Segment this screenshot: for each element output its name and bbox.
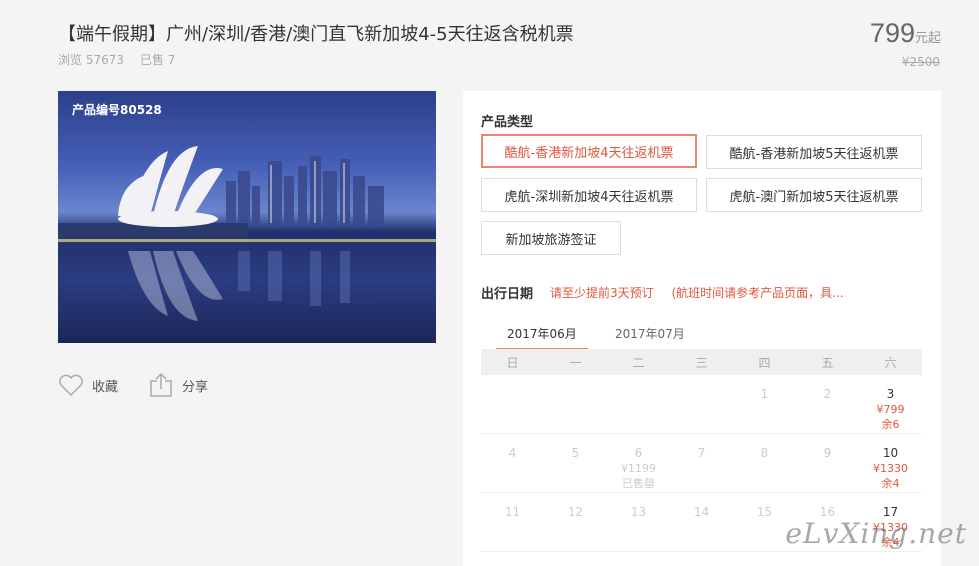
calendar-day: 2: [796, 375, 859, 433]
tab-month-july[interactable]: 2017年07月: [615, 325, 685, 342]
calendar-day: 11: [481, 493, 544, 551]
option-scoot-hk-4d[interactable]: 酷航-香港新加坡4天往返机票: [481, 134, 697, 168]
option-sg-visa[interactable]: 新加坡旅游签证: [481, 221, 621, 255]
day-number: 1: [760, 387, 769, 401]
option-tiger-mo-5d[interactable]: 虎航-澳门新加坡5天往返机票: [706, 178, 922, 212]
product-code: 产品编号80528: [72, 103, 162, 117]
booking-notice: 请至少提前3天预订 (航班时间请参考产品页面，具...: [550, 284, 858, 301]
day-number: 8: [760, 446, 769, 460]
calendar-weekdays: 日 一 二 三 四 五 六: [481, 349, 922, 375]
product-title: 【端午假期】广州/深圳/香港/澳门直飞新加坡4-5天往返含税机票: [58, 24, 574, 45]
calendar-day: [481, 375, 544, 433]
remaining-seats: 余6: [881, 418, 900, 431]
option-scoot-hk-5d[interactable]: 酷航-香港新加坡5天往返机票: [706, 135, 922, 169]
heart-icon: [59, 374, 83, 397]
day-number: 3: [886, 387, 895, 401]
favorite-label: 收藏: [92, 379, 119, 395]
calendar-day: 9: [796, 434, 859, 492]
calendar-day: [607, 375, 670, 433]
price-value: 799: [869, 18, 915, 48]
calendar-day: 5: [544, 434, 607, 492]
calendar-day: [670, 375, 733, 433]
day-number: 13: [630, 505, 647, 519]
day-number: 7: [697, 446, 706, 460]
watermark: eLvXing.net: [785, 517, 967, 550]
flight-notice: (航班时间请参考产品页面，具...: [671, 286, 844, 300]
day-number: 9: [823, 446, 832, 460]
calendar-day: 6 ¥1199 已售罄: [607, 434, 670, 492]
action-bar: 收藏 分享: [58, 372, 238, 398]
price-unit: 元起: [914, 31, 941, 46]
day-number: 10: [882, 446, 899, 460]
favorite-button[interactable]: 收藏: [58, 373, 118, 397]
share-label: 分享: [182, 379, 209, 395]
singapore-skyline-image: [58, 146, 436, 321]
travel-date-label: 出行日期: [481, 287, 534, 302]
weekday: 二: [632, 355, 645, 370]
remaining-seats: 余4: [881, 477, 900, 490]
advance-notice: 请至少提前3天预订: [550, 286, 654, 300]
calendar-day: 14: [670, 493, 733, 551]
day-number: 2: [823, 387, 832, 401]
sold-count: 已售 7: [139, 53, 176, 67]
weekday: 四: [758, 355, 771, 370]
day-number: 12: [567, 505, 584, 519]
original-price: ¥2500: [901, 55, 940, 69]
share-button[interactable]: 分享: [148, 372, 208, 398]
share-icon: [150, 372, 172, 397]
calendar-day[interactable]: 3 ¥799 余6: [859, 375, 922, 433]
day-number: 14: [693, 505, 710, 519]
calendar-day[interactable]: 10 ¥1330 余4: [859, 434, 922, 492]
calendar-day: 8: [733, 434, 796, 492]
calendar-day: 4: [481, 434, 544, 492]
weekday: 一: [569, 355, 582, 370]
calendar-day: 1: [733, 375, 796, 433]
price-block: 799元起: [870, 18, 941, 49]
day-number: 6: [634, 446, 643, 460]
calendar-day: [544, 375, 607, 433]
sold-out-status: 已售罄: [622, 477, 655, 490]
day-price: ¥1199: [621, 462, 656, 475]
weekday: 三: [695, 355, 708, 370]
weekday: 五: [821, 355, 834, 370]
day-number: 5: [571, 446, 580, 460]
product-meta: 浏览 57673 已售 7: [58, 51, 187, 68]
weekday: 日: [506, 355, 519, 370]
tab-month-june[interactable]: 2017年06月: [496, 325, 588, 351]
product-image: 产品编号80528: [58, 91, 436, 343]
day-number: 11: [504, 505, 521, 519]
day-price: ¥799: [876, 403, 905, 416]
product-type-label: 产品类型: [481, 115, 534, 130]
day-number: 4: [508, 446, 517, 460]
weekday: 六: [884, 355, 897, 370]
calendar-day: 7: [670, 434, 733, 492]
calendar-week-row: 1 2 3 ¥799 余6: [481, 375, 922, 434]
calendar-day: 13: [607, 493, 670, 551]
day-price: ¥1330: [873, 462, 908, 475]
option-tiger-sz-4d[interactable]: 虎航-深圳新加坡4天往返机票: [481, 178, 697, 212]
calendar-day: 12: [544, 493, 607, 551]
calendar-week-row: 4 5 6 ¥1199 已售罄 7 8 9 10 ¥1330 余4: [481, 434, 922, 493]
booking-panel: 产品类型 酷航-香港新加坡4天往返机票 酷航-香港新加坡5天往返机票 虎航-深圳…: [463, 91, 941, 566]
view-count: 浏览 57673: [58, 53, 124, 67]
